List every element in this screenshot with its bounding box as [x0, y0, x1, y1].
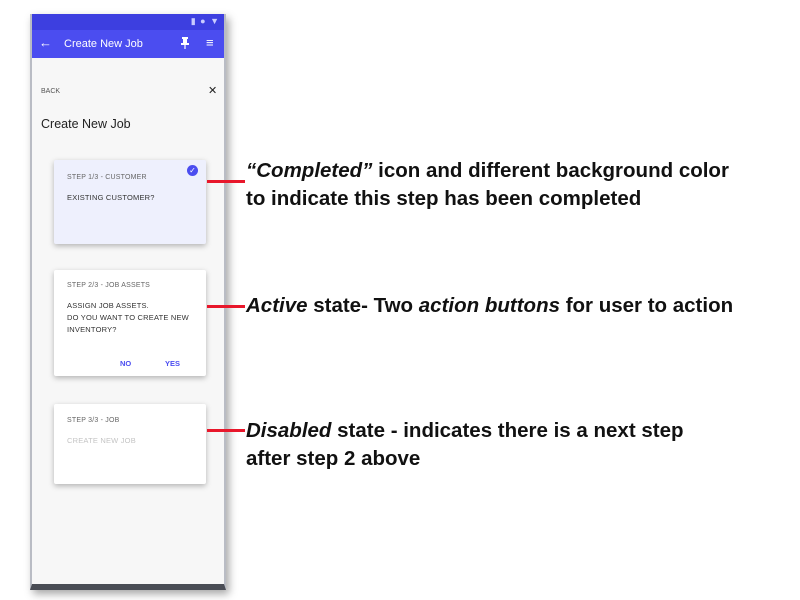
- annotation-text: state- Two: [307, 294, 419, 317]
- annotation-line: after step 2 above: [246, 447, 421, 470]
- step-label: STEP 1/3 - CUSTOMER: [67, 174, 147, 181]
- back-arrow-icon[interactable]: ←: [39, 35, 52, 50]
- annotation-emphasis: Disabled: [246, 419, 332, 442]
- annotation-text: state - indicates there is a next step: [331, 419, 684, 442]
- annotation-text: icon and different background color: [372, 159, 729, 182]
- question-line: DO YOU WANT TO CREATE NEW: [67, 313, 189, 322]
- annotation-active: Active state- Two action buttons for use…: [246, 292, 733, 320]
- phone-frame: ▮ ● ▼ ← Create New Job ≡ BACK ✕ Create N…: [30, 14, 226, 590]
- app-bar-title: Create New Job: [64, 38, 143, 50]
- menu-icon[interactable]: ≡: [206, 35, 214, 50]
- step-question-disabled: CREATE NEW JOB: [67, 436, 136, 445]
- step-label: STEP 2/3 - JOB ASSETS: [67, 282, 151, 289]
- annotation-disabled: Disabled state - indicates there is a ne…: [246, 417, 684, 473]
- yes-button[interactable]: YES: [165, 359, 180, 368]
- annotation-emphasis: “Completed”: [246, 159, 373, 182]
- step-card-job-assets: STEP 2/3 - JOB ASSETS ASSIGN JOB ASSETS.…: [54, 270, 206, 376]
- step-question: EXISTING CUSTOMER?: [67, 193, 155, 202]
- back-link[interactable]: BACK: [41, 88, 60, 95]
- step-card-customer[interactable]: STEP 1/3 - CUSTOMER ✓ EXISTING CUSTOMER?: [54, 160, 206, 244]
- no-button[interactable]: NO: [120, 359, 131, 368]
- status-bar: ▮ ● ▼: [32, 14, 224, 30]
- annotation-connector-active: [207, 305, 245, 308]
- page-title: Create New Job: [41, 117, 131, 131]
- annotation-line: Disabled state - indicates there is a ne…: [246, 417, 684, 445]
- pin-icon[interactable]: [180, 36, 190, 54]
- question-line: INVENTORY?: [67, 325, 117, 334]
- step-question: ASSIGN JOB ASSETS. DO YOU WANT TO CREATE…: [67, 300, 189, 336]
- annotation-connector-disabled: [207, 429, 245, 432]
- step-label: STEP 3/3 - JOB: [67, 417, 120, 424]
- question-line: ASSIGN JOB ASSETS.: [67, 301, 149, 310]
- completed-check-icon: ✓: [187, 165, 198, 176]
- annotation-line: “Completed” icon and different backgroun…: [246, 157, 729, 185]
- step-card-job: STEP 3/3 - JOB CREATE NEW JOB: [54, 404, 206, 484]
- content-area: BACK ✕ Create New Job STEP 1/3 - CUSTOME…: [32, 58, 224, 584]
- annotation-emphasis: action buttons: [418, 294, 560, 317]
- annotation-text: for user to action: [560, 294, 734, 317]
- annotation-line: to indicate this step has been completed: [246, 187, 642, 210]
- app-bar: ← Create New Job ≡: [32, 30, 224, 58]
- annotation-completed: “Completed” icon and different backgroun…: [246, 157, 729, 213]
- annotation-emphasis: Active: [246, 294, 308, 317]
- status-icons: ▮ ● ▼: [190, 16, 220, 26]
- close-icon[interactable]: ✕: [208, 84, 217, 97]
- annotation-connector-completed: [207, 180, 245, 183]
